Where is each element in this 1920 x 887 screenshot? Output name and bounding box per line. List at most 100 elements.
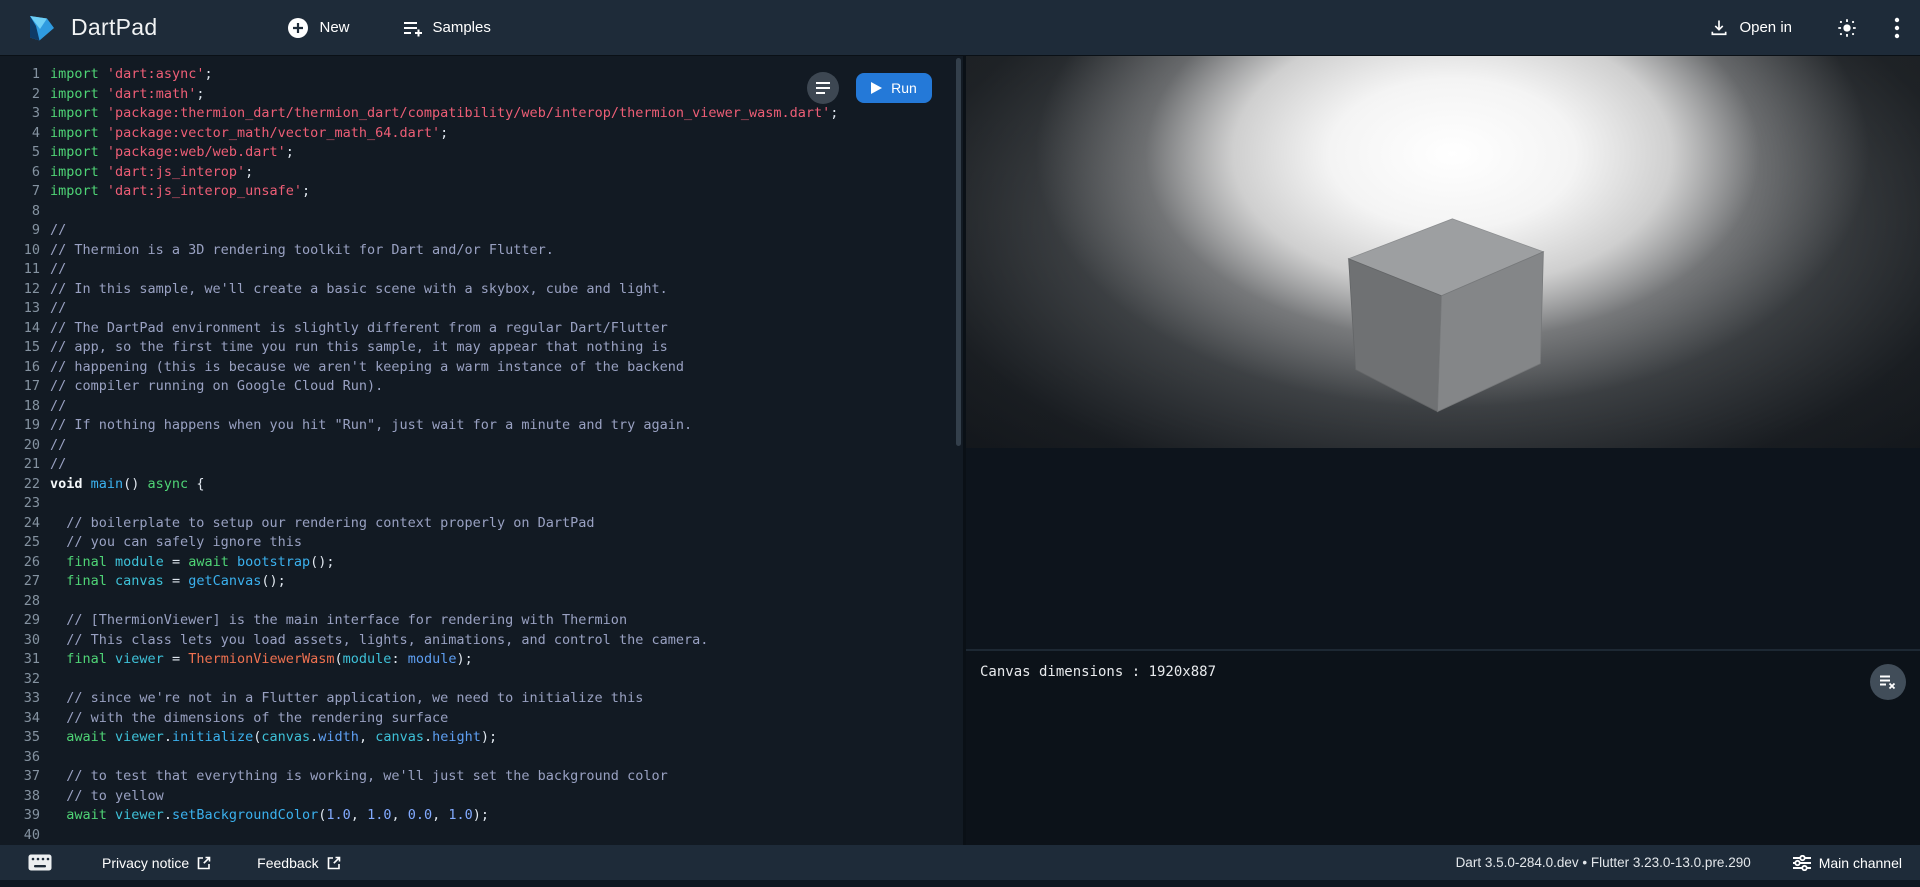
open-in-label: Open in (1739, 19, 1792, 36)
code-line[interactable]: 23 (0, 494, 963, 514)
keyboard-icon (28, 854, 52, 871)
code-line[interactable]: 5import 'package:web/web.dart'; (0, 143, 963, 163)
code-line[interactable]: 11// (0, 260, 963, 280)
code-line[interactable]: 36 (0, 748, 963, 768)
editor-scrollbar[interactable] (956, 58, 961, 446)
download-icon (1709, 18, 1729, 38)
code-line[interactable]: 9// (0, 221, 963, 241)
code-line[interactable]: 22void main() async { (0, 475, 963, 495)
clear-console-icon (1879, 674, 1897, 690)
format-lines-icon (815, 81, 831, 95)
theme-toggle-button[interactable] (1836, 17, 1858, 39)
code-line[interactable]: 39 await viewer.setBackgroundColor(1.0, … (0, 806, 963, 826)
code-line[interactable]: 27 final canvas = getCanvas(); (0, 572, 963, 592)
code-line[interactable]: 4import 'package:vector_math/vector_math… (0, 124, 963, 144)
code-line[interactable]: 25 // you can safely ignore this (0, 533, 963, 553)
code-line[interactable]: 29 // [ThermionViewer] is the main inter… (0, 611, 963, 631)
top-app-bar: DartPad New Samples Open in (0, 0, 1920, 56)
code-line[interactable]: 21// (0, 455, 963, 475)
run-button[interactable]: Run (856, 73, 932, 103)
channel-selector[interactable]: Main channel (1793, 855, 1902, 871)
code-editor-pane[interactable]: 1import 'dart:async';2import 'dart:math'… (0, 56, 963, 845)
code-line[interactable]: 16// happening (this is because we aren'… (0, 358, 963, 378)
console-output: Canvas dimensions : 1920x887 (980, 664, 1906, 680)
code-line[interactable]: 30 // This class lets you load assets, l… (0, 631, 963, 651)
line-number: 4 (0, 124, 40, 144)
new-button[interactable]: New (287, 17, 349, 39)
code-line[interactable]: 35 await viewer.initialize(canvas.width,… (0, 728, 963, 748)
line-number: 20 (0, 436, 40, 456)
code-line[interactable]: 26 final module = await bootstrap(); (0, 553, 963, 573)
channel-label: Main channel (1819, 855, 1902, 871)
dartpad-logo-icon (26, 12, 58, 44)
code-lines: 1import 'dart:async';2import 'dart:math'… (0, 56, 963, 845)
code-line[interactable]: 24 // boilerplate to setup our rendering… (0, 514, 963, 534)
code-line[interactable]: 31 final viewer = ThermionViewerWasm(mod… (0, 650, 963, 670)
kebab-menu-icon (1894, 17, 1900, 39)
new-button-label: New (319, 19, 349, 36)
privacy-notice-label: Privacy notice (102, 855, 189, 871)
plus-circle-icon (287, 17, 309, 39)
app-title: DartPad (71, 14, 157, 41)
format-code-button[interactable] (807, 72, 839, 104)
code-line[interactable]: 3import 'package:thermion_dart/thermion_… (0, 104, 963, 124)
output-background (966, 448, 1920, 649)
line-number: 3 (0, 104, 40, 124)
sdk-version-text: Dart 3.5.0-284.0.dev • Flutter 3.23.0-13… (1456, 855, 1751, 870)
line-number: 31 (0, 650, 40, 670)
line-number: 21 (0, 455, 40, 475)
code-line[interactable]: 8 (0, 202, 963, 222)
keyboard-shortcuts-button[interactable] (28, 854, 52, 871)
line-number: 1 (0, 65, 40, 85)
code-line[interactable]: 6import 'dart:js_interop'; (0, 163, 963, 183)
code-line[interactable]: 10// Thermion is a 3D rendering toolkit … (0, 241, 963, 261)
clear-console-button[interactable] (1870, 664, 1906, 700)
code-line[interactable]: 14// The DartPad environment is slightly… (0, 319, 963, 339)
line-number: 7 (0, 182, 40, 202)
overflow-menu-button[interactable] (1894, 17, 1900, 39)
code-line[interactable]: 15// app, so the first time you run this… (0, 338, 963, 358)
code-line[interactable]: 34 // with the dimensions of the renderi… (0, 709, 963, 729)
code-line[interactable]: 28 (0, 592, 963, 612)
line-number: 33 (0, 689, 40, 709)
line-number: 36 (0, 748, 40, 768)
code-line[interactable]: 12// In this sample, we'll create a basi… (0, 280, 963, 300)
code-line[interactable]: 18// (0, 397, 963, 417)
line-number: 30 (0, 631, 40, 651)
line-number: 26 (0, 553, 40, 573)
line-number: 18 (0, 397, 40, 417)
code-line[interactable]: 37 // to test that everything is working… (0, 767, 963, 787)
line-number: 34 (0, 709, 40, 729)
status-bar: Privacy notice Feedback Dart 3.5.0-284.0… (0, 845, 1920, 887)
cube-3d (966, 56, 1920, 448)
code-line[interactable]: 40 (0, 826, 963, 846)
tune-sliders-icon (1793, 855, 1811, 871)
code-line[interactable]: 7import 'dart:js_interop_unsafe'; (0, 182, 963, 202)
line-number: 27 (0, 572, 40, 592)
code-line[interactable]: 38 // to yellow (0, 787, 963, 807)
render-canvas[interactable] (966, 56, 1920, 448)
feedback-link[interactable]: Feedback (257, 855, 340, 871)
run-button-label: Run (891, 80, 917, 96)
line-number: 23 (0, 494, 40, 514)
line-number: 10 (0, 241, 40, 261)
code-line[interactable]: 33 // since we're not in a Flutter appli… (0, 689, 963, 709)
line-number: 28 (0, 592, 40, 612)
code-line[interactable]: 17// compiler running on Google Cloud Ru… (0, 377, 963, 397)
open-in-button[interactable]: Open in (1709, 18, 1792, 38)
console-panel[interactable]: Canvas dimensions : 1920x887 (966, 649, 1920, 845)
code-line[interactable]: 13// (0, 299, 963, 319)
line-number: 25 (0, 533, 40, 553)
external-link-icon (197, 856, 211, 870)
code-line[interactable]: 20// (0, 436, 963, 456)
line-number: 38 (0, 787, 40, 807)
samples-button[interactable]: Samples (402, 19, 491, 37)
code-line[interactable]: 19// If nothing happens when you hit "Ru… (0, 416, 963, 436)
line-number: 6 (0, 163, 40, 183)
line-number: 5 (0, 143, 40, 163)
samples-button-label: Samples (433, 19, 491, 36)
privacy-notice-link[interactable]: Privacy notice (102, 855, 211, 871)
playlist-add-icon (402, 19, 423, 37)
code-line[interactable]: 32 (0, 670, 963, 690)
line-number: 32 (0, 670, 40, 690)
